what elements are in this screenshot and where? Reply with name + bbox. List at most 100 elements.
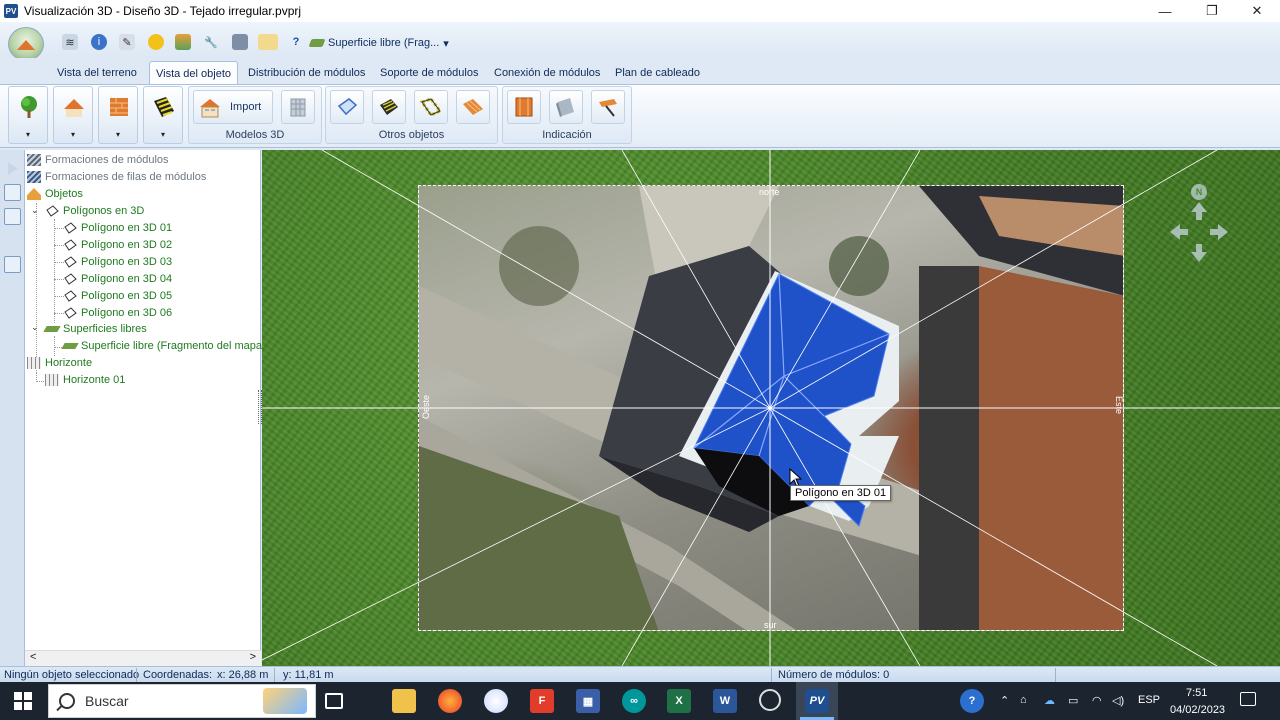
tree-view-icon[interactable]	[4, 256, 21, 273]
surface-selector[interactable]: Superficie libre (Frag... ▾	[308, 35, 449, 51]
compass-north-icon[interactable]: N	[1191, 184, 1207, 200]
file-explorer-icon[interactable]	[392, 689, 416, 713]
exclusion-area-button[interactable]	[414, 90, 448, 124]
wifi-icon[interactable]: ◠	[1092, 694, 1102, 707]
tree-item-superficie-libre-mapa[interactable]: Superficie libre (Fragmento del mapa)	[61, 338, 266, 354]
notification-icon[interactable]	[1240, 692, 1256, 706]
chevron-down-icon[interactable]: ⌄	[31, 322, 39, 333]
tree-item-poligonos-3d[interactable]: Polígonos en 3D	[45, 203, 144, 219]
collapse-all-icon[interactable]	[4, 208, 21, 225]
windows-start-icon[interactable]	[14, 692, 32, 710]
tree-item-formaciones-modulos[interactable]: Formaciones de módulos	[27, 152, 169, 168]
tree-item-horizonte-01[interactable]: Horizonte 01	[45, 372, 125, 388]
title-bar: PV Visualización 3D - Diseño 3D - Tejado…	[0, 0, 1280, 22]
house-icon	[17, 40, 35, 50]
tab-vista-objeto[interactable]: Vista del objeto	[149, 61, 239, 85]
volume-icon[interactable]: ◁)	[1112, 694, 1124, 707]
play-arrow-icon[interactable]	[4, 160, 21, 177]
tool-icon[interactable]: ✎	[119, 34, 135, 50]
roof-button[interactable]: ▾	[53, 86, 93, 144]
tab-plan-cableado[interactable]: Plan de cableado	[609, 61, 706, 85]
task-view-icon[interactable]	[325, 693, 343, 709]
tree-item-horizonte[interactable]: Horizonte	[27, 355, 92, 371]
restore-button[interactable]: ❐	[1189, 0, 1235, 22]
clock-date[interactable]: 04/02/2023	[1170, 704, 1225, 716]
tree-item-poligono-06[interactable]: Polígono en 3D 06	[63, 305, 172, 321]
search-highlight-icon	[263, 688, 307, 714]
close-button[interactable]: ✕	[1234, 0, 1280, 22]
polygon-object-button[interactable]	[330, 90, 364, 124]
battery-icon[interactable]: ▭	[1068, 694, 1078, 707]
sun-icon[interactable]	[148, 34, 164, 50]
tree-button[interactable]: ▾	[8, 86, 48, 144]
word-icon[interactable]: W	[713, 689, 737, 713]
scroll-left-icon[interactable]: <	[30, 651, 36, 663]
roof-tile-icon[interactable]	[258, 34, 278, 50]
indication-orange-button[interactable]	[507, 90, 541, 124]
import-model-button[interactable]: Import	[193, 90, 273, 124]
camera-icon[interactable]	[232, 34, 248, 50]
indication-gray-button[interactable]	[549, 90, 583, 124]
chevron-up-icon[interactable]: ⌃	[1000, 694, 1009, 707]
side-toolstrip	[0, 150, 25, 666]
help-icon[interactable]: ?	[288, 34, 304, 50]
search-icon	[59, 693, 75, 709]
excel-icon[interactable]: X	[667, 689, 691, 713]
language-indicator[interactable]: ESP	[1138, 694, 1160, 706]
tab-soporte-modulos[interactable]: Soporte de módulos	[374, 61, 484, 85]
surface-button[interactable]: ▾	[143, 86, 183, 144]
foxit-icon[interactable]: F	[530, 689, 554, 713]
free-surface-icon	[308, 39, 326, 47]
tree-horizontal-scrollbar[interactable]: < >	[25, 650, 261, 666]
hatched-object-button[interactable]	[372, 90, 406, 124]
calculator-icon[interactable]: ▦	[576, 689, 600, 713]
model-library-button[interactable]	[281, 90, 315, 124]
roof-surface-button[interactable]	[456, 90, 490, 124]
module-count: Número de módulos: 0	[778, 669, 890, 681]
pv-sol-icon[interactable]: PV	[805, 689, 829, 713]
status-bar: Ningún objeto seleccionado Coordenadas: …	[0, 666, 1280, 682]
wall-button[interactable]: ▾	[98, 86, 138, 144]
brick-wall-icon	[110, 98, 128, 116]
clock-time[interactable]: 7:51	[1186, 687, 1207, 699]
3d-viewport[interactable]: norte sur Este Oeste N Polígono en 3D 01	[262, 150, 1280, 666]
clock-app-icon[interactable]	[759, 689, 781, 711]
indication-pencil-button[interactable]	[591, 90, 625, 124]
onedrive-icon[interactable]: ☁	[1044, 694, 1055, 707]
navigation-arrows-icon[interactable]	[1166, 202, 1232, 264]
tree-item-poligono-05[interactable]: Polígono en 3D 05	[63, 288, 172, 304]
tree-item-formaciones-filas[interactable]: Formaciones de filas de módulos	[27, 169, 206, 185]
minimize-button[interactable]: —	[1142, 0, 1188, 22]
wrench-icon[interactable]: 🔧	[203, 34, 219, 50]
firefox-icon[interactable]	[438, 689, 462, 713]
north-label: norte	[759, 187, 780, 197]
hatched-surface-icon	[380, 99, 398, 115]
orange-panel-icon	[515, 97, 533, 117]
polygon-icon	[64, 290, 77, 302]
tree-item-objetos[interactable]: Objetos	[27, 186, 83, 202]
tree-item-poligono-03[interactable]: Polígono en 3D 03	[63, 254, 172, 270]
scroll-right-icon[interactable]: >	[250, 651, 256, 663]
tree-item-poligono-04[interactable]: Polígono en 3D 04	[63, 271, 172, 287]
chevron-down-icon: ▾	[443, 37, 449, 50]
tree-item-superficies-libres[interactable]: Superficies libres	[43, 321, 147, 337]
network-icon[interactable]: ⌂	[1020, 694, 1027, 706]
layers-icon[interactable]: ≋	[62, 34, 78, 50]
image-icon[interactable]	[175, 34, 191, 50]
window-title: Visualización 3D - Diseño 3D - Tejado ir…	[24, 4, 302, 18]
tree-item-poligono-02[interactable]: Polígono en 3D 02	[63, 237, 172, 253]
help-tray-icon[interactable]: ?	[960, 689, 984, 713]
roof-icon	[64, 99, 84, 117]
tab-distribucion-modulos[interactable]: Distribución de módulos	[242, 61, 371, 85]
chevron-down-icon[interactable]: ⌄	[31, 205, 39, 216]
application-menu-button[interactable]	[8, 27, 44, 61]
arduino-icon[interactable]: ∞	[622, 689, 646, 713]
tree-item-poligono-01[interactable]: Polígono en 3D 01	[63, 220, 172, 236]
tab-vista-terreno[interactable]: Vista del terreno	[51, 61, 143, 85]
expand-all-icon[interactable]	[4, 184, 21, 201]
app-icon: PV	[4, 4, 18, 18]
taskbar-search[interactable]: Buscar	[48, 684, 316, 718]
tab-conexion-modulos[interactable]: Conexión de módulos	[488, 61, 606, 85]
paint-icon[interactable]	[484, 689, 508, 713]
info-icon[interactable]: i	[91, 34, 107, 50]
